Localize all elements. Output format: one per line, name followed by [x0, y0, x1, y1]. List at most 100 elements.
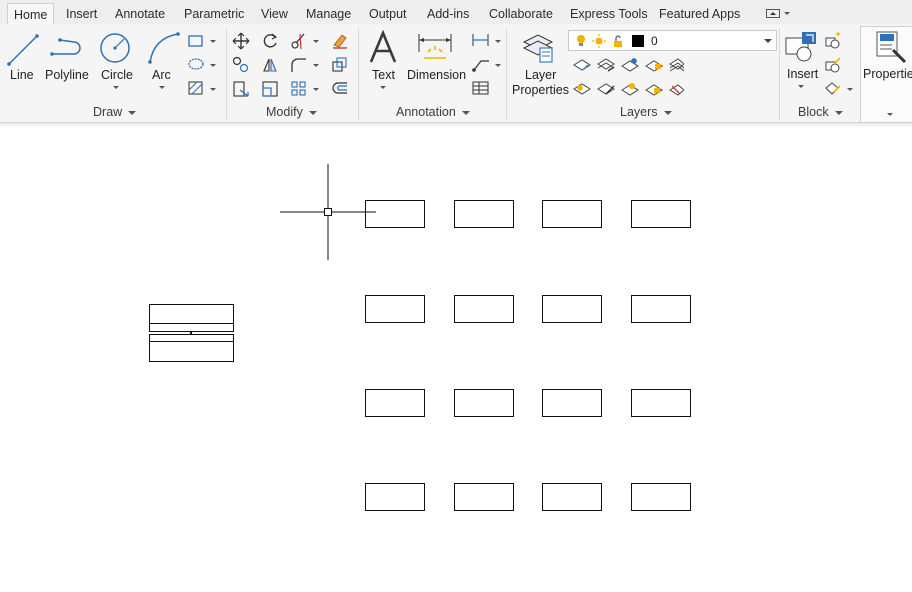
drawn-block-object[interactable] — [148, 303, 236, 363]
table-icon[interactable] — [471, 80, 491, 96]
layer-state-icons — [577, 34, 622, 48]
polyline-icon[interactable] — [48, 32, 84, 66]
move-icon[interactable] — [232, 32, 250, 50]
circle-dropdown-icon[interactable] — [113, 86, 119, 89]
tab-parametric[interactable]: Parametric — [184, 0, 244, 24]
circle-button[interactable]: Circle — [101, 68, 133, 82]
drawn-rectangle[interactable] — [631, 200, 691, 228]
ellipse-icon[interactable] — [187, 56, 205, 72]
drawn-rectangle[interactable] — [454, 483, 514, 511]
layers-panel-title[interactable]: Layers — [620, 105, 672, 119]
drawn-rectangle[interactable] — [365, 389, 425, 417]
arc-icon[interactable] — [146, 30, 182, 66]
properties-button[interactable]: Properties — [863, 67, 912, 81]
tab-featured-apps[interactable]: Featured Apps — [659, 0, 740, 24]
hatch-icon[interactable] — [187, 80, 205, 96]
properties-panel[interactable]: Properties — [860, 26, 912, 123]
edit-attributes-icon[interactable] — [824, 80, 842, 98]
modify-panel-title[interactable]: Modify — [266, 105, 317, 119]
tab-insert[interactable]: Insert — [66, 0, 97, 24]
arc-button[interactable]: Arc — [152, 68, 171, 82]
linear-dimension-icon[interactable] — [471, 32, 491, 48]
annotation-panel-title[interactable]: Annotation — [396, 105, 470, 119]
erase-icon[interactable] — [331, 32, 349, 50]
layer-tools-row-2[interactable] — [572, 80, 684, 98]
drawn-rectangle[interactable] — [454, 295, 514, 323]
array-dropdown-icon[interactable] — [313, 88, 319, 91]
linear-dimension-dropdown-icon[interactable] — [495, 40, 501, 43]
fillet-dropdown-icon[interactable] — [313, 64, 319, 67]
draw-panel-title[interactable]: Draw — [93, 105, 136, 119]
drawn-rectangle[interactable] — [542, 483, 602, 511]
mirror-icon[interactable] — [261, 56, 279, 74]
edit-attributes-dropdown-icon[interactable] — [847, 88, 853, 91]
polyline-button[interactable]: Polyline — [45, 68, 89, 82]
layer-color-swatch — [632, 35, 644, 47]
panel-divider — [226, 28, 227, 120]
layer-dropdown[interactable]: 0 — [568, 30, 777, 51]
drawn-rectangle[interactable] — [454, 200, 514, 228]
dimension-icon[interactable] — [416, 30, 454, 66]
text-dropdown-icon[interactable] — [380, 86, 386, 89]
tab-home[interactable]: Home — [7, 3, 55, 26]
dimension-button[interactable]: Dimension — [407, 68, 466, 82]
drawn-rectangle[interactable] — [454, 389, 514, 417]
drawing-canvas[interactable] — [0, 128, 912, 592]
block-panel-title[interactable]: Block — [798, 105, 843, 119]
edit-block-icon[interactable] — [824, 56, 842, 74]
drawn-rectangle[interactable] — [631, 389, 691, 417]
text-button[interactable]: Text — [372, 68, 395, 82]
drawn-rectangle[interactable] — [631, 295, 691, 323]
drawn-rectangle[interactable] — [542, 295, 602, 323]
explode-icon[interactable] — [331, 56, 349, 74]
copy-icon[interactable] — [232, 56, 250, 74]
arc-dropdown-icon[interactable] — [159, 86, 165, 89]
layer-properties-label-line2[interactable]: Properties — [512, 83, 569, 97]
layer-dropdown-arrow-icon[interactable] — [764, 39, 772, 43]
drawn-rectangle[interactable] — [365, 295, 425, 323]
array-icon[interactable] — [290, 80, 308, 98]
ellipse-dropdown-icon[interactable] — [210, 64, 216, 67]
text-icon[interactable] — [367, 30, 399, 66]
ribbon: Line Polyline Circle Arc Draw Modify Tex… — [0, 24, 912, 123]
ribbon-minimize-icon[interactable] — [766, 9, 780, 18]
tab-express-tools[interactable]: Express Tools — [570, 0, 648, 24]
leader-dropdown-icon[interactable] — [495, 64, 501, 67]
scale-icon[interactable] — [261, 80, 279, 98]
ribbon-minimize-dropdown-icon[interactable] — [784, 12, 790, 15]
insert-dropdown-icon[interactable] — [798, 85, 804, 88]
panel-divider — [779, 28, 780, 120]
drawn-rectangle[interactable] — [631, 483, 691, 511]
drawn-rectangle[interactable] — [365, 483, 425, 511]
line-button[interactable]: Line — [10, 68, 34, 82]
circle-icon[interactable] — [98, 30, 134, 66]
layer-properties-icon[interactable] — [520, 30, 556, 66]
create-block-icon[interactable] — [824, 32, 842, 50]
offset-icon[interactable] — [331, 80, 349, 98]
rotate-icon[interactable] — [261, 32, 279, 50]
tab-view[interactable]: View — [261, 0, 288, 24]
tab-add-ins[interactable]: Add-ins — [427, 0, 469, 24]
properties-dropdown-icon[interactable] — [887, 113, 893, 116]
line-icon[interactable] — [5, 30, 41, 70]
tab-annotate[interactable]: Annotate — [115, 0, 165, 24]
tab-collaborate[interactable]: Collaborate — [489, 0, 553, 24]
insert-block-icon[interactable] — [784, 30, 820, 66]
layer-tools-row-1[interactable] — [572, 56, 684, 74]
properties-icon[interactable] — [875, 30, 909, 64]
trim-dropdown-icon[interactable] — [313, 40, 319, 43]
rectangle-dropdown-icon[interactable] — [210, 40, 216, 43]
drawn-rectangle[interactable] — [542, 200, 602, 228]
insert-button[interactable]: Insert — [787, 67, 818, 81]
stretch-icon[interactable] — [232, 80, 250, 98]
hatch-dropdown-icon[interactable] — [210, 88, 216, 91]
layer-properties-label-line1[interactable]: Layer — [525, 68, 556, 82]
rectangle-icon[interactable] — [187, 33, 205, 49]
drawn-rectangle[interactable] — [542, 389, 602, 417]
trim-icon[interactable] — [290, 32, 308, 50]
leader-icon[interactable] — [471, 56, 491, 72]
drawn-rectangle[interactable] — [365, 200, 425, 228]
fillet-icon[interactable] — [290, 56, 308, 74]
tab-output[interactable]: Output — [369, 0, 407, 24]
tab-manage[interactable]: Manage — [306, 0, 351, 24]
